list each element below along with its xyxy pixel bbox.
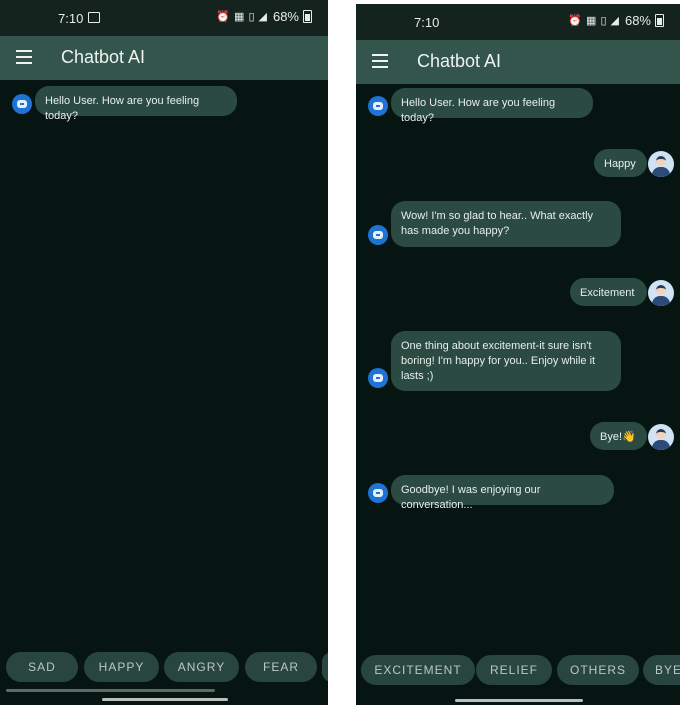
- chip-fear[interactable]: FEAR: [245, 652, 317, 682]
- status-time: 7:10: [58, 11, 84, 26]
- bot-message: Wow! I'm so glad to hear.. What exactly …: [391, 201, 621, 247]
- hamburger-menu-icon[interactable]: [372, 54, 388, 68]
- chip-bye[interactable]: BYE: [643, 655, 680, 685]
- calendar-icon: ▦: [234, 10, 245, 23]
- phone-screen-initial: 7:10 ⏰ ▦ ▯ ◢ 68% Chatbot AI Hello User. …: [0, 0, 328, 705]
- chip-relief[interactable]: RELIEF: [476, 655, 552, 685]
- status-time: 7:10: [414, 15, 440, 30]
- alarm-clock-icon: ⏰: [568, 14, 583, 27]
- hamburger-menu-icon[interactable]: [16, 50, 32, 64]
- gesture-nav-bar[interactable]: [455, 699, 583, 702]
- chip-excitement[interactable]: EXCITEMENT: [361, 655, 475, 685]
- vibrate-icon: ▯: [248, 10, 255, 23]
- robot-icon: [368, 225, 388, 245]
- user-message: Excitement: [570, 278, 647, 306]
- phone-screen-conversation: 7:10 ⏰ ▦ ▯ ◢ 68% Chatbot AI Hello User. …: [356, 4, 680, 705]
- bot-message: Hello User. How are you feeling today?: [35, 86, 237, 122]
- robot-icon: [368, 483, 388, 503]
- user-person-icon: [648, 280, 674, 306]
- battery-icon: [303, 10, 312, 23]
- signal-icon: ◢: [258, 10, 267, 23]
- horizontal-scrollbar[interactable]: [6, 689, 215, 692]
- chip-happy[interactable]: HAPPY: [84, 652, 159, 682]
- bot-message: Hello User. How are you feeling today?: [391, 88, 593, 124]
- app-bar: Chatbot AI: [356, 40, 680, 84]
- image-notification-icon: [88, 12, 100, 23]
- robot-icon: [368, 368, 388, 388]
- alarm-clock-icon: ⏰: [216, 10, 231, 23]
- vibrate-icon: ▯: [600, 14, 607, 27]
- status-bar: 7:10 ⏰ ▦ ▯ ◢ 68%: [356, 4, 680, 40]
- app-title: Chatbot AI: [61, 47, 146, 67]
- robot-icon: [368, 96, 388, 116]
- battery-percent: 68%: [624, 13, 651, 28]
- status-bar: 7:10 ⏰ ▦ ▯ ◢ 68%: [0, 0, 328, 36]
- user-message: Happy: [594, 149, 647, 177]
- user-message: Bye!👋: [590, 422, 647, 450]
- bot-message: Goodbye! I was enjoying our conversation…: [391, 475, 614, 511]
- bot-message: One thing about excitement-it sure isn't…: [391, 331, 621, 391]
- user-person-icon: [648, 151, 674, 177]
- chip-angry[interactable]: ANGRY: [164, 652, 239, 682]
- chip-sad[interactable]: SAD: [6, 652, 78, 682]
- app-title: Chatbot AI: [417, 51, 502, 71]
- user-person-icon: [648, 424, 674, 450]
- battery-percent: 68%: [272, 9, 299, 24]
- robot-icon: [12, 94, 32, 114]
- app-bar: Chatbot AI: [0, 36, 328, 80]
- battery-icon: [655, 14, 664, 27]
- calendar-icon: ▦: [586, 14, 597, 27]
- signal-icon: ◢: [610, 14, 619, 27]
- chip-partial[interactable]: [322, 652, 328, 682]
- chip-others[interactable]: OTHERS: [557, 655, 639, 685]
- gesture-nav-bar[interactable]: [102, 698, 228, 701]
